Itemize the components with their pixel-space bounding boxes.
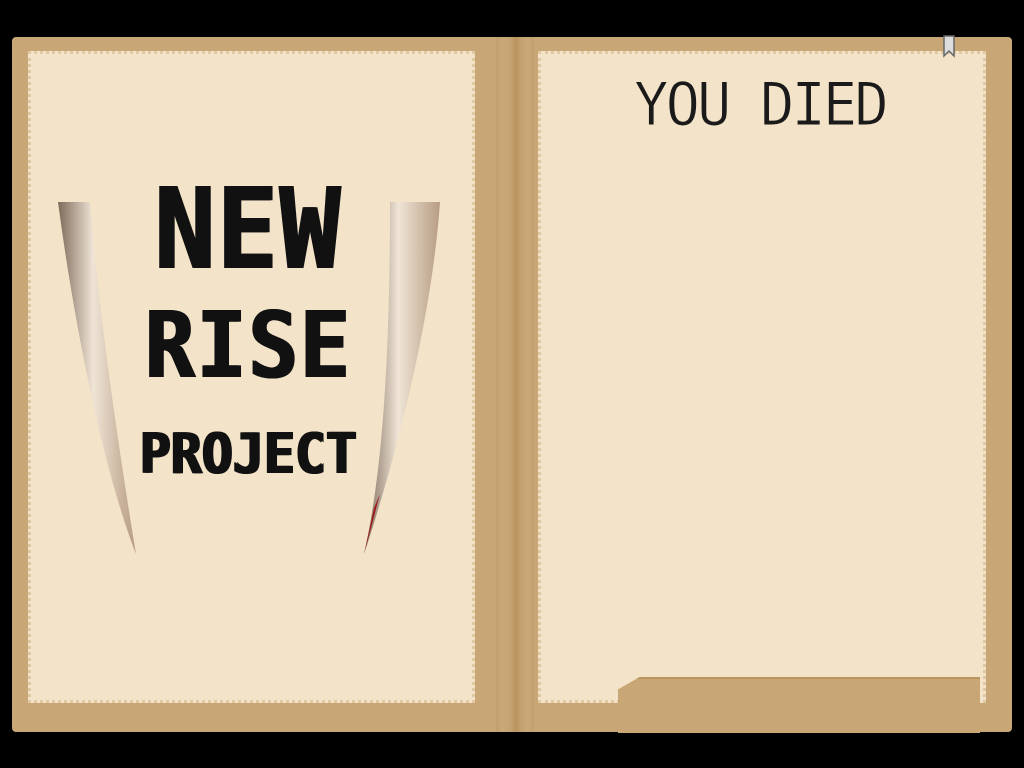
- claw-icon: [58, 202, 136, 554]
- logo-word-project: PROJECT: [139, 422, 357, 487]
- game-logo: NEW RISE PROJECT: [40, 158, 440, 578]
- logo-word-new: NEW: [154, 165, 342, 295]
- book-spine: [496, 37, 534, 732]
- bookmark-icon[interactable]: [943, 34, 955, 58]
- logo-word-rise: RISE: [144, 292, 352, 399]
- right-page: [538, 51, 986, 703]
- death-message: YOU DIED: [634, 70, 890, 141]
- claw-icon: [364, 202, 440, 554]
- page-tab: [618, 677, 980, 733]
